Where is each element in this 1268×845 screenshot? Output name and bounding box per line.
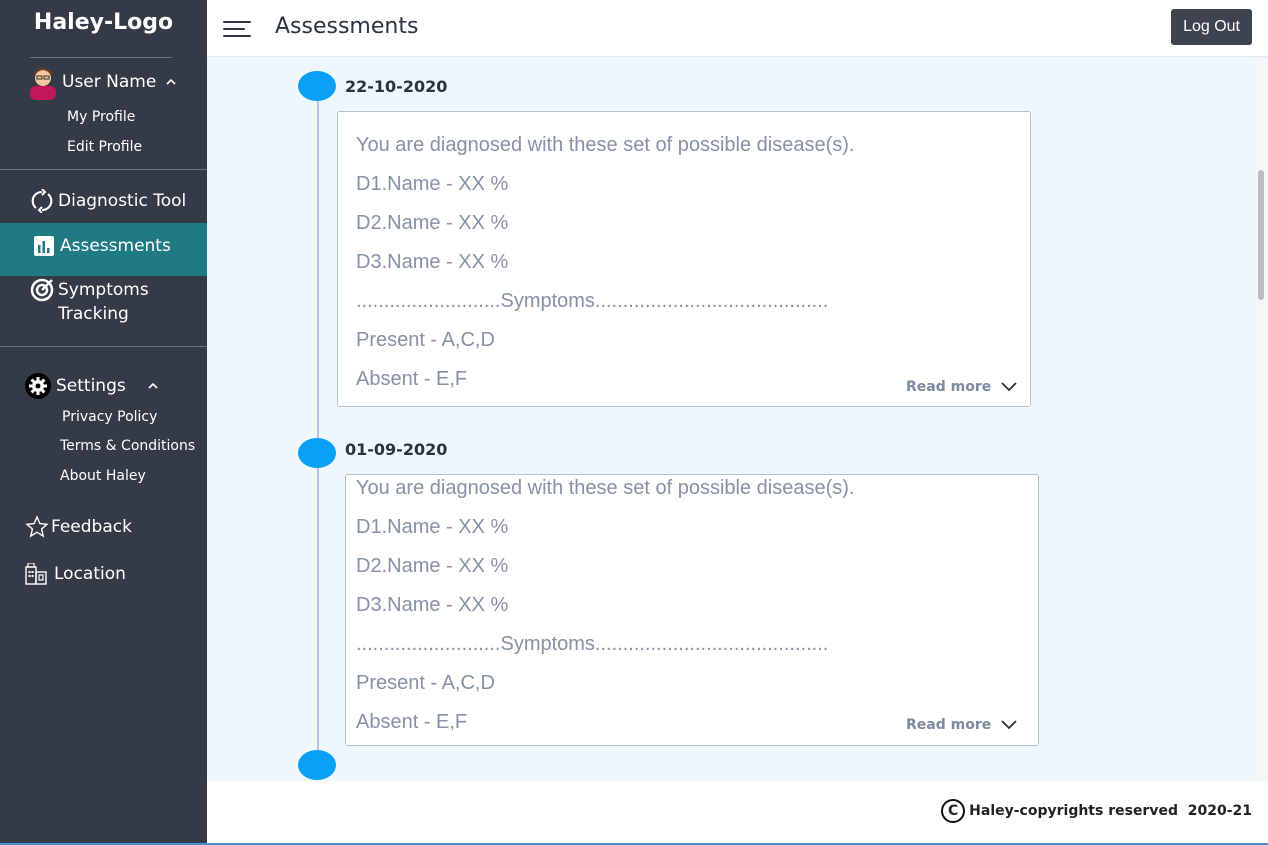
about-haley-link[interactable]: About Haley — [60, 468, 146, 484]
vertical-scrollbar[interactable] — [1254, 57, 1268, 781]
read-more-label: Read more — [906, 379, 992, 395]
card-line: Absent - E,F — [356, 368, 468, 390]
read-more-label: Read more — [906, 717, 992, 733]
card-line: D2.Name - XX % — [356, 555, 509, 577]
card-line: D1.Name - XX % — [356, 173, 509, 195]
user-name: User Name — [62, 72, 157, 92]
card-line: ..........................Symptoms......… — [356, 633, 829, 655]
card-line: You are diagnosed with these set of poss… — [356, 477, 855, 499]
sidebar: Haley-Logo User Name My Profile Edit Pro… — [0, 0, 207, 845]
nav-location[interactable]: Location — [0, 559, 207, 589]
edit-profile-link[interactable]: Edit Profile — [67, 139, 142, 155]
my-profile-link[interactable]: My Profile — [67, 109, 135, 125]
app-logo[interactable]: Haley-Logo — [0, 10, 207, 35]
user-menu-toggle[interactable]: User Name — [28, 62, 176, 102]
avatar — [28, 64, 58, 100]
card-line: D3.Name - XX % — [356, 251, 509, 273]
assessments-timeline: 22-10-2020 You are diagnosed with these … — [207, 57, 1254, 781]
nav-feedback[interactable]: Feedback — [0, 512, 207, 542]
assessment-date: 01-09-2020 — [345, 440, 448, 459]
assessment-card: You are diagnosed with these set of poss… — [337, 111, 1031, 407]
logout-button[interactable]: Log Out — [1171, 9, 1252, 45]
nav-diagnostic-tool[interactable]: Diagnostic Tool — [0, 186, 207, 216]
top-header: Assessments Log Out — [207, 0, 1268, 57]
privacy-policy-link[interactable]: Privacy Policy — [62, 409, 157, 425]
timeline-line — [317, 87, 319, 767]
card-line: Absent - E,F — [356, 711, 468, 733]
nav-symptoms-tracking[interactable]: Symptoms Tracking — [0, 278, 207, 328]
divider — [30, 57, 172, 58]
refresh-icon — [30, 189, 54, 213]
nav-assessments[interactable]: Assessments — [0, 223, 207, 276]
timeline-dot — [298, 438, 336, 468]
nav-label: Assessments — [60, 235, 171, 256]
divider — [0, 169, 207, 170]
card-line: Present - A,C,D — [356, 329, 495, 351]
copyright-text: Haley-copyrights reserved 2020-21 — [969, 803, 1252, 819]
menu-icon[interactable] — [223, 21, 251, 37]
terms-conditions-link[interactable]: Terms & Conditions — [60, 438, 195, 454]
scrollbar-thumb[interactable] — [1258, 170, 1264, 300]
copyright-notice: C Haley-copyrights reserved 2020-21 — [941, 799, 1252, 823]
building-icon — [24, 562, 48, 586]
nav-label: Tracking — [58, 304, 129, 324]
gear-icon — [24, 372, 52, 400]
chevron-up-icon[interactable] — [148, 379, 158, 393]
nav-label: Location — [54, 564, 126, 584]
card-line: ..........................Symptoms......… — [356, 290, 829, 312]
card-line: D1.Name - XX % — [356, 516, 509, 538]
timeline-dot — [298, 71, 336, 101]
assessment-card: You are diagnosed with these set of poss… — [345, 474, 1039, 746]
page-title: Assessments — [275, 14, 419, 39]
assessment-date: 22-10-2020 — [345, 77, 448, 96]
read-more-button[interactable]: Read more — [906, 379, 1017, 395]
nav-settings[interactable]: Settings — [0, 371, 207, 401]
card-line: You are diagnosed with these set of poss… — [356, 134, 855, 156]
chevron-down-icon — [1001, 382, 1017, 392]
nav-label: Symptoms — [58, 280, 149, 300]
card-line: D3.Name - XX % — [356, 594, 509, 616]
divider — [0, 346, 207, 347]
bar-chart-icon — [32, 234, 56, 258]
nav-label: Diagnostic Tool — [58, 191, 187, 211]
star-icon — [25, 515, 49, 539]
target-icon — [30, 278, 54, 302]
card-line: D2.Name - XX % — [356, 212, 509, 234]
nav-label: Settings — [56, 376, 126, 396]
card-line: Present - A,C,D — [356, 672, 495, 694]
chevron-up-icon[interactable] — [166, 75, 176, 89]
copyright-icon: C — [941, 799, 966, 823]
footer: C Haley-copyrights reserved 2020-21 — [207, 781, 1268, 843]
read-more-button[interactable]: Read more — [906, 717, 1017, 733]
timeline-dot — [298, 750, 336, 780]
chevron-down-icon — [1001, 720, 1017, 730]
nav-label: Feedback — [51, 517, 132, 537]
